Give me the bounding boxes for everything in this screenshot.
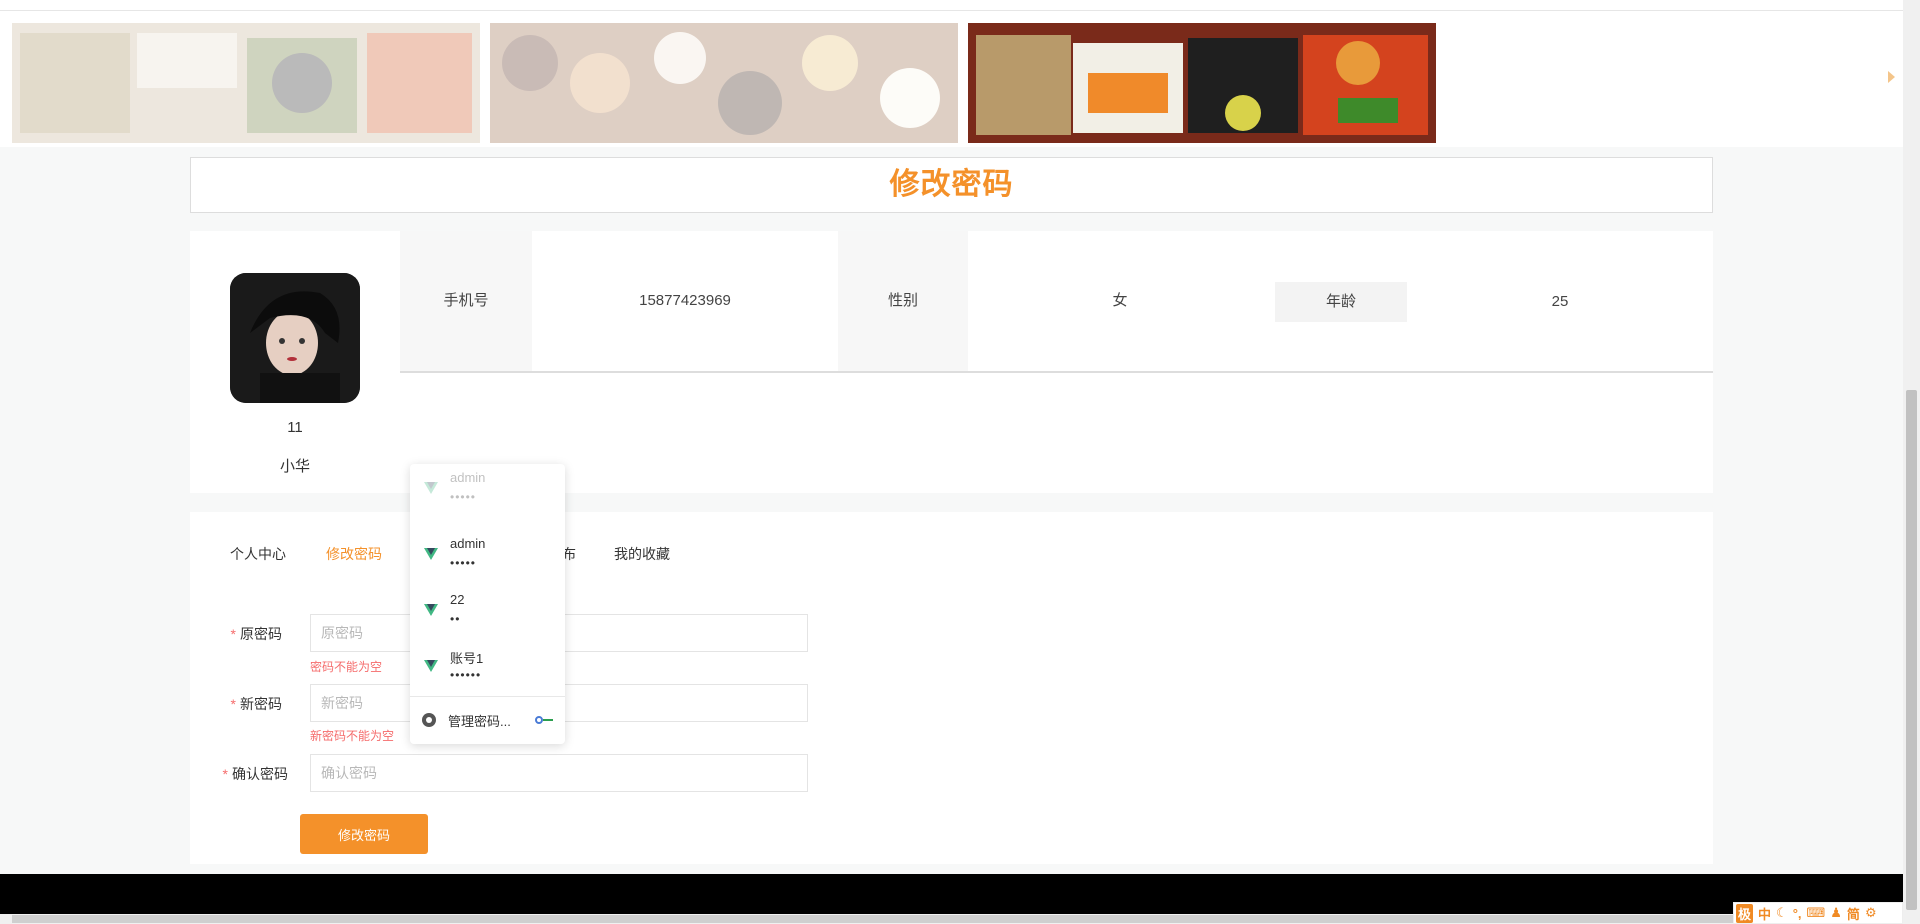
phone-label: 手机号	[400, 231, 532, 371]
moon-icon[interactable]: ☾	[1776, 905, 1788, 921]
gender-value: 女	[1112, 292, 1128, 309]
page-title: 修改密码	[889, 168, 1014, 201]
autofill-ghost-item: admin •••••	[410, 464, 565, 516]
change-password-button[interactable]: 修改密码	[300, 814, 428, 854]
gender-label: 性别	[838, 231, 968, 371]
required-mark: *	[222, 766, 228, 782]
confirm-password-input[interactable]	[310, 754, 808, 792]
manage-passwords-item[interactable]: 管理密码...	[410, 696, 565, 743]
page-title-box: 修改密码	[190, 157, 1713, 213]
manage-passwords-label: 管理密码...	[448, 714, 511, 729]
vue-icon	[424, 660, 438, 672]
banner-image-sweets-faded[interactable]	[490, 23, 958, 143]
gear-icon[interactable]: ⚙	[1865, 905, 1877, 921]
chrome-icon	[422, 713, 436, 727]
profile-card: 11 小华 手机号 15877423969 性别 女	[190, 231, 1713, 493]
user-id: 11	[287, 419, 303, 436]
avatar	[230, 273, 360, 403]
banner-image-bento[interactable]	[968, 23, 1436, 143]
tab-change-password[interactable]: 修改密码	[326, 544, 382, 564]
age-label: 年龄	[1275, 282, 1407, 322]
autofill-item-admin[interactable]: admin •••••	[410, 530, 565, 582]
ime-simplified-toggle[interactable]: 简	[1847, 904, 1860, 923]
ime-logo[interactable]: 极	[1736, 903, 1754, 923]
required-mark: *	[230, 626, 236, 642]
tab-my-favorites[interactable]: 我的收藏	[614, 544, 670, 564]
horizontal-scrollbar[interactable]	[0, 914, 1903, 924]
banner-carousel	[0, 11, 1903, 147]
password-autofill-dropdown: admin ••••• admin ••••• 22 •• 账号1 ••••••…	[410, 464, 565, 744]
horizontal-scrollbar-thumb[interactable]	[12, 915, 1892, 923]
username: 小华	[279, 458, 310, 475]
user-icon[interactable]: ♟	[1830, 905, 1842, 921]
top-bar	[0, 0, 1903, 11]
key-icon	[535, 716, 553, 724]
vertical-scrollbar[interactable]	[1903, 0, 1920, 924]
new-password-error: 新密码不能为空	[310, 729, 395, 743]
ime-toolbar: 极 中 ☾ °, ⌨ ♟ 简 ⚙	[1733, 902, 1903, 924]
vue-icon	[424, 548, 438, 560]
new-password-label: * 新密码	[230, 696, 282, 712]
required-mark: *	[230, 696, 236, 712]
keyboard-icon[interactable]: ⌨	[1807, 905, 1826, 921]
confirm-password-label: * 确认密码	[222, 766, 288, 782]
vertical-scrollbar-thumb[interactable]	[1906, 390, 1917, 910]
autofill-item-22[interactable]: 22 ••	[410, 586, 565, 638]
age-value: 25	[1551, 293, 1569, 310]
ime-chinese-toggle[interactable]: 中	[1758, 904, 1771, 923]
footer	[0, 874, 1903, 914]
old-password-label: * 原密码	[230, 626, 282, 642]
carousel-next-icon[interactable]	[1888, 71, 1895, 83]
autofill-item-account1[interactable]: 账号1 ••••••	[410, 642, 565, 694]
vue-icon	[424, 604, 438, 616]
vue-icon	[424, 482, 438, 494]
phone-value: 15877423969	[639, 292, 731, 309]
banner-image-bento-faded[interactable]	[12, 23, 480, 143]
tab-personal-center[interactable]: 个人中心	[230, 544, 286, 564]
punctuation-icon[interactable]: °,	[1793, 906, 1802, 921]
old-password-error: 密码不能为空	[310, 660, 383, 674]
